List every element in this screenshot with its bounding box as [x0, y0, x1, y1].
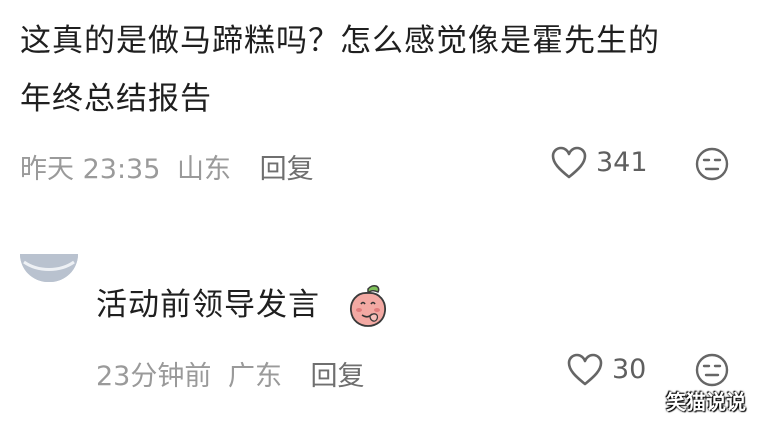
comment-1-location: 山东: [177, 154, 231, 185]
comment-1-meta: 昨天 23:35 山东 回复: [20, 147, 314, 186]
comment-2-meta: 23分钟前 广东 回复: [96, 354, 365, 393]
comment-1-reply-button[interactable]: 回复: [260, 154, 314, 185]
comment-1-like-count: 341: [596, 147, 648, 178]
comment-2-location: 广东: [227, 361, 282, 392]
meh-face-icon[interactable]: [694, 146, 730, 182]
comment-1-text-line-1: 这真的是做马蹄糕吗？怎么感觉像是霍先生的: [20, 23, 660, 59]
comment-1-text-line-2: 年终总结报告: [20, 81, 212, 117]
heart-outline-icon[interactable]: [566, 352, 604, 388]
watermark: 笑猫说说: [666, 390, 746, 414]
comment-1-time: 昨天 23:35: [20, 154, 161, 185]
comment-2-reply-button[interactable]: 回复: [311, 361, 365, 392]
avatar[interactable]: [20, 254, 78, 282]
peach-emoji-icon: [348, 284, 388, 328]
heart-outline-icon[interactable]: [550, 145, 588, 181]
meh-face-icon[interactable]: [694, 352, 730, 388]
comment-2-time: 23分钟前: [96, 361, 212, 392]
comment-2-text: 活动前领导发言: [96, 287, 320, 323]
comment-2-like-count: 30: [612, 354, 647, 385]
